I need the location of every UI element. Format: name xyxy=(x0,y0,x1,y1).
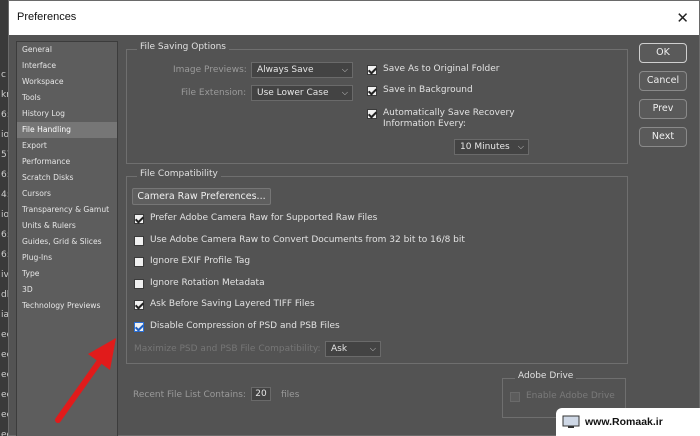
sidebar-item-general[interactable]: General xyxy=(17,42,117,58)
checkbox-box[interactable] xyxy=(367,86,377,96)
enable-adobe-drive-label: Enable Adobe Drive xyxy=(526,391,615,401)
sidebar-item-plug-ins[interactable]: Plug-Ins xyxy=(17,250,117,266)
sidebar-item-tools[interactable]: Tools xyxy=(17,90,117,106)
camera-raw-preferences-button[interactable]: Camera Raw Preferences... xyxy=(132,188,271,205)
auto-save-line-2: Information Every: xyxy=(383,119,466,129)
title-bar: Preferences ✕ xyxy=(9,1,699,35)
dialog-title: Preferences xyxy=(17,11,77,23)
compat-option-checkbox[interactable]: Prefer Adobe Camera Raw for Supported Ra… xyxy=(134,213,377,224)
sidebar-item-type[interactable]: Type xyxy=(17,266,117,282)
maximize-compat-value: Ask xyxy=(331,344,348,354)
group-title-file-saving: File Saving Options xyxy=(137,42,229,52)
recent-files-suffix: files xyxy=(281,390,300,400)
sidebar-item-transparency-gamut[interactable]: Transparency & Gamut xyxy=(17,202,117,218)
sidebar-item-history-log[interactable]: History Log xyxy=(17,106,117,122)
next-button[interactable]: Next xyxy=(639,127,687,147)
auto-save-line-1: Automatically Save Recovery xyxy=(383,108,515,118)
ok-button[interactable]: OK xyxy=(639,43,687,63)
checkbox-box[interactable] xyxy=(134,300,144,311)
save-as-original-checkbox[interactable]: Save As to Original Folder xyxy=(367,64,499,75)
file-compatibility-group: File Compatibility Camera Raw Preference… xyxy=(126,169,628,364)
compat-option-checkbox[interactable]: Use Adobe Camera Raw to Convert Document… xyxy=(134,235,465,246)
sidebar-item-cursors[interactable]: Cursors xyxy=(17,186,117,202)
image-previews-select[interactable]: Always Save ⌵ xyxy=(251,62,353,78)
save-as-original-label: Save As to Original Folder xyxy=(383,64,500,74)
sidebar-item-export[interactable]: Export xyxy=(17,138,117,154)
cancel-button[interactable]: Cancel xyxy=(639,71,687,91)
compat-option-label: Ask Before Saving Layered TIFF Files xyxy=(150,299,315,310)
auto-save-recovery-checkbox[interactable]: Automatically Save Recovery Information … xyxy=(367,108,515,130)
file-extension-value: Use Lower Case xyxy=(257,88,329,98)
sidebar-item-workspace[interactable]: Workspace xyxy=(17,74,117,90)
compat-option-label: Prefer Adobe Camera Raw for Supported Ra… xyxy=(150,213,378,223)
monitor-icon xyxy=(562,415,580,428)
checkbox-box[interactable] xyxy=(134,214,144,224)
checkbox-box[interactable] xyxy=(134,278,144,289)
compat-option-checkbox[interactable]: Disable Compression of PSD and PSB Files xyxy=(134,321,340,332)
save-in-background-checkbox[interactable]: Save in Background xyxy=(367,85,473,96)
compat-option-checkbox[interactable]: Ignore Rotation Metadata xyxy=(134,278,265,289)
checkbox-box[interactable] xyxy=(134,322,144,332)
auto-save-interval-select[interactable]: 10 Minutes ⌵ xyxy=(454,139,529,155)
compat-option-label: Ignore Rotation Metadata xyxy=(150,277,265,288)
auto-save-recovery-label: Automatically Save Recovery Information … xyxy=(383,108,515,130)
checkbox-box[interactable] xyxy=(134,235,144,246)
auto-save-interval-value: 10 Minutes xyxy=(460,142,510,152)
sidebar-item-performance[interactable]: Performance xyxy=(17,154,117,170)
compat-option-label: Ignore EXIF Profile Tag xyxy=(150,256,251,267)
recent-file-list-label: Recent File List Contains: xyxy=(133,390,246,400)
sidebar-item-interface[interactable]: Interface xyxy=(17,58,117,74)
compat-option-label: Disable Compression of PSD and PSB Files xyxy=(150,321,340,331)
watermark-badge: www.Romaak.ir xyxy=(556,408,700,436)
file-saving-options-group: File Saving Options Image Previews: Alwa… xyxy=(126,42,628,164)
group-title-file-compatibility: File Compatibility xyxy=(137,169,221,179)
file-extension-label: File Extension: xyxy=(181,88,247,98)
file-extension-select[interactable]: Use Lower Case ⌵ xyxy=(251,85,353,101)
watermark-text: www.Romaak.ir xyxy=(585,416,663,428)
checkbox-box[interactable] xyxy=(134,257,144,268)
sidebar-item-units-rulers[interactable]: Units & Rulers xyxy=(17,218,117,234)
compat-option-checkbox[interactable]: Ask Before Saving Layered TIFF Files xyxy=(134,299,315,311)
checkbox-box[interactable] xyxy=(367,65,377,75)
maximize-compat-label: Maximize PSD and PSB File Compatibility: xyxy=(134,344,321,354)
maximize-compat-select[interactable]: Ask ⌵ xyxy=(325,341,381,357)
chevron-down-icon: ⌵ xyxy=(341,65,348,74)
recent-file-count-input[interactable]: 20 xyxy=(251,387,271,401)
checkbox-box[interactable] xyxy=(510,392,520,402)
prev-button[interactable]: Prev xyxy=(639,99,687,119)
sidebar-item-technology-previews[interactable]: Technology Previews xyxy=(17,298,117,314)
close-icon[interactable]: ✕ xyxy=(676,9,689,27)
image-previews-value: Always Save xyxy=(257,65,314,75)
chevron-down-icon: ⌵ xyxy=(517,142,524,151)
preferences-dialog: Preferences ✕ General Interface Workspace T… xyxy=(8,0,700,436)
enable-adobe-drive-checkbox[interactable]: Enable Adobe Drive xyxy=(510,391,615,402)
group-title-adobe-drive: Adobe Drive xyxy=(515,371,577,381)
category-sidebar: General Interface Workspace Tools History Lo… xyxy=(16,41,118,436)
sidebar-item-guides-grid-slices[interactable]: Guides, Grid & Slices xyxy=(17,234,117,250)
chevron-down-icon: ⌵ xyxy=(341,88,348,97)
image-previews-label: Image Previews: xyxy=(173,65,247,75)
background-text-fragment: c xyxy=(1,70,6,80)
compat-option-label: Use Adobe Camera Raw to Convert Document… xyxy=(150,234,465,245)
sidebar-item-scratch-disks[interactable]: Scratch Disks xyxy=(17,170,117,186)
chevron-down-icon: ⌵ xyxy=(369,344,376,353)
sidebar-item-file-handling[interactable]: File Handling xyxy=(17,122,117,138)
compat-option-checkbox[interactable]: Ignore EXIF Profile Tag xyxy=(134,256,251,268)
sidebar-item-3d[interactable]: 3D xyxy=(17,282,117,298)
save-in-background-label: Save in Background xyxy=(383,85,473,95)
checkbox-box[interactable] xyxy=(367,109,377,119)
